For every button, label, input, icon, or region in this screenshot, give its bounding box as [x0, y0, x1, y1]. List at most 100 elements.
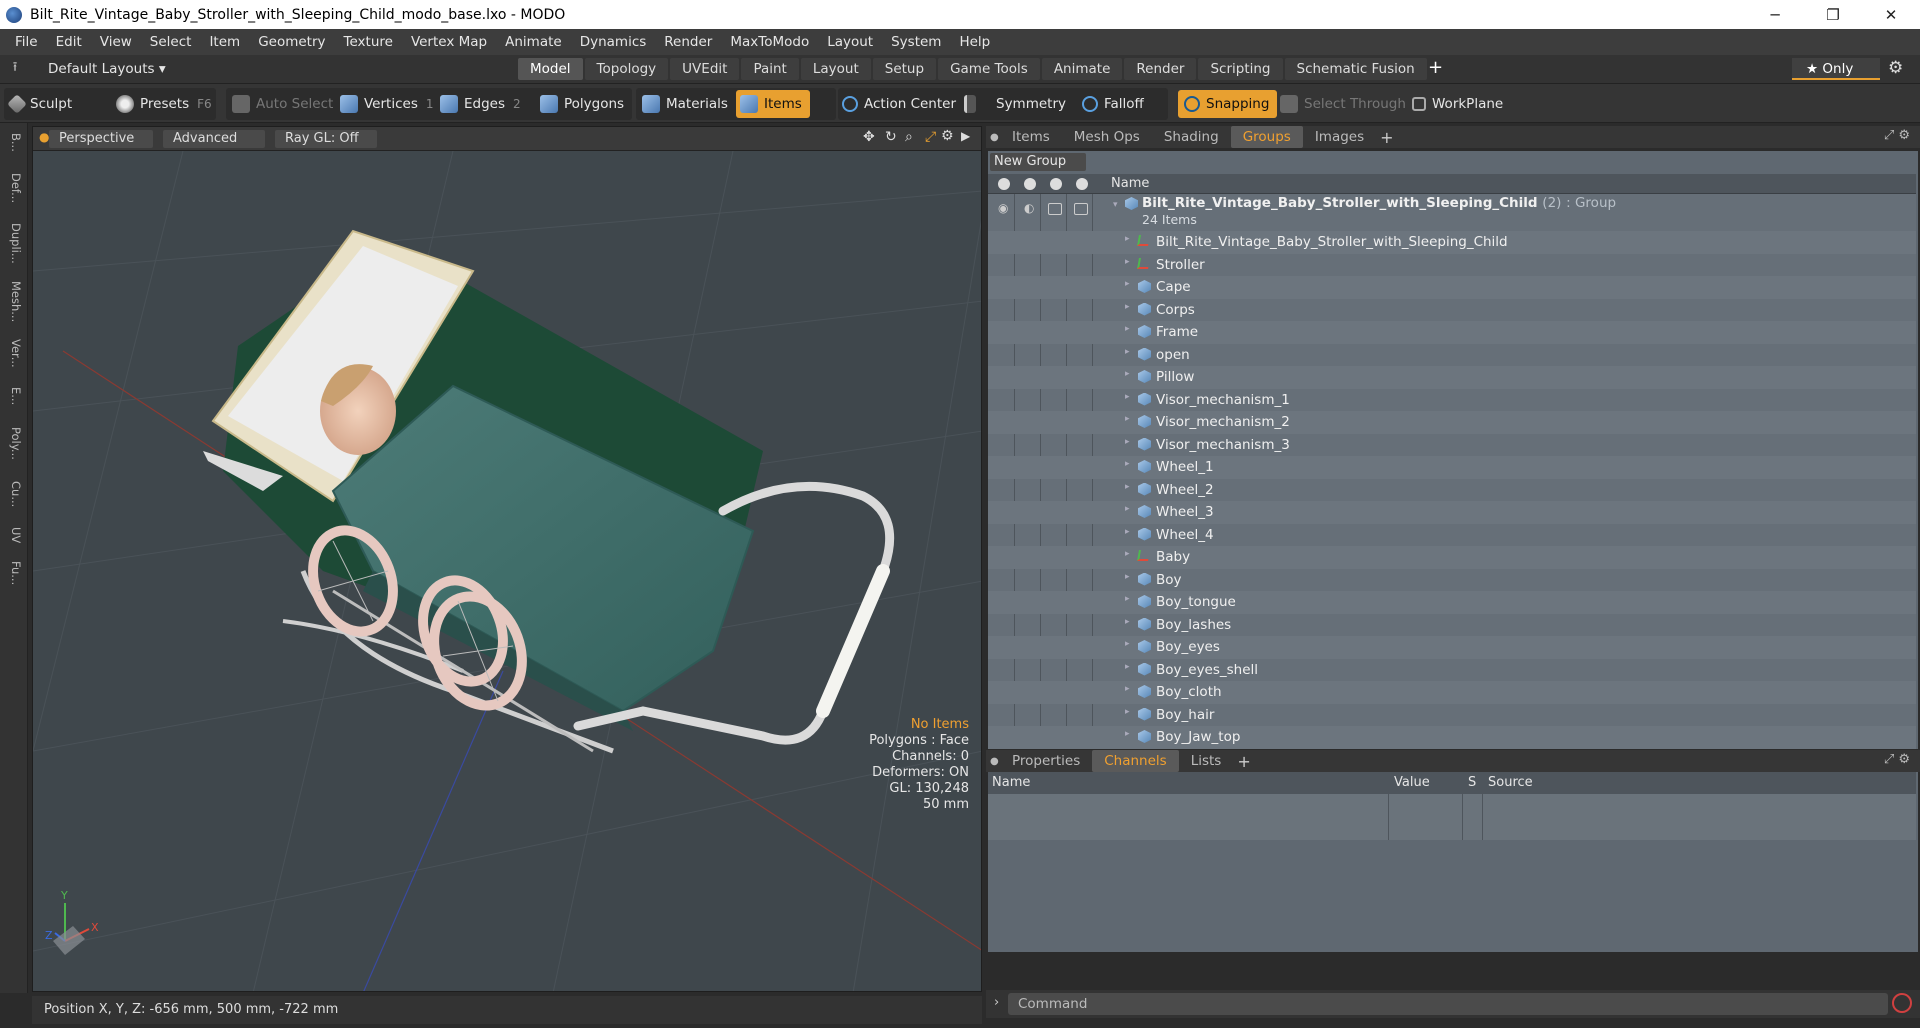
tab-properties[interactable]: Properties	[1000, 750, 1092, 772]
menu-file[interactable]: File	[6, 34, 47, 50]
tree-item-row[interactable]: ▸ Stroller	[988, 254, 1916, 277]
menu-edit[interactable]: Edit	[47, 34, 91, 50]
tab-channels[interactable]: Channels	[1092, 750, 1179, 772]
expand-arrow-icon[interactable]: ▸	[1125, 639, 1130, 649]
perspective-button[interactable]: Perspective	[49, 130, 153, 148]
expand-arrow-icon[interactable]: ▸	[1125, 549, 1130, 559]
left-tab-uv[interactable]: UV	[5, 527, 23, 543]
tab-mesh-ops[interactable]: Mesh Ops	[1062, 126, 1152, 148]
expand-arrow-icon[interactable]: ▸	[1125, 482, 1130, 492]
tab-items[interactable]: Items	[1000, 126, 1062, 148]
visibility-col-icon[interactable]	[998, 178, 1010, 190]
menu-system[interactable]: System	[882, 34, 950, 50]
tab-topology[interactable]: Topology	[584, 58, 669, 80]
menu-render[interactable]: Render	[655, 34, 721, 50]
record-macro-icon[interactable]	[1892, 993, 1912, 1013]
expand-arrow-icon[interactable]: ▸	[1125, 257, 1130, 267]
left-tab-duplicate[interactable]: Dupli...	[5, 223, 23, 264]
tab-uvedit[interactable]: UVEdit	[670, 58, 740, 80]
add-panel-tab-icon[interactable]: +	[1233, 752, 1250, 771]
snapping-button[interactable]: Snapping	[1178, 90, 1278, 118]
expand-arrow-icon[interactable]: ▸	[1125, 707, 1130, 717]
left-tab-deformers[interactable]: Def...	[5, 173, 23, 203]
tree-item-row[interactable]: ▸ Cape	[988, 276, 1916, 299]
viewport-dot-icon[interactable]: ●	[39, 130, 49, 144]
tree-item-row[interactable]: ▸ Boy_lashes	[988, 614, 1916, 637]
presets-button[interactable]: Presets F6	[116, 90, 212, 118]
rotate-view-icon[interactable]: ↻	[885, 129, 897, 145]
tree-item-row[interactable]: ▸ Boy_eyes	[988, 636, 1916, 659]
left-tab-curve[interactable]: Cu...	[5, 481, 23, 507]
layout-up-icon[interactable]: ⭱	[0, 58, 30, 80]
command-input[interactable]: Command	[1008, 993, 1888, 1015]
edges-button[interactable]: Edges 2	[440, 90, 521, 118]
tree-item-row[interactable]: ▸ Boy_Jaw_top	[988, 726, 1916, 749]
polygons-button[interactable]: Polygons	[540, 90, 624, 118]
expand-arrow-icon[interactable]: ▸	[1125, 684, 1130, 694]
tab-groups[interactable]: Groups	[1230, 126, 1303, 148]
column-name-header[interactable]: Name	[1111, 176, 1149, 191]
panel-expand-icon[interactable]: ⤢ ⚙	[1884, 128, 1910, 143]
tree-item-row[interactable]: ▸ Frame	[988, 321, 1916, 344]
workplane-button[interactable]: WorkPlane	[1412, 90, 1503, 118]
tree-item-row[interactable]: ▸ Wheel_4	[988, 524, 1916, 547]
tab-shading[interactable]: Shading	[1152, 126, 1231, 148]
left-tab-edge[interactable]: E...	[5, 387, 23, 405]
tab-layout[interactable]: Layout	[800, 58, 871, 80]
action-center-button[interactable]: Action Center	[842, 90, 956, 118]
tree-item-row[interactable]: ▸ Visor_mechanism_3	[988, 434, 1916, 457]
advanced-button[interactable]: Advanced	[163, 130, 265, 148]
panel-expand-icon[interactable]: ⤢ ⚙	[1884, 752, 1910, 767]
tab-scripting[interactable]: Scripting	[1198, 58, 1283, 80]
tab-model[interactable]: Model	[518, 58, 583, 80]
sculpt-button[interactable]: Sculpt	[7, 90, 72, 118]
minimize-button[interactable]: ─	[1746, 0, 1804, 29]
zoom-view-icon[interactable]: ⌕	[905, 129, 913, 145]
render-col-icon[interactable]	[1024, 178, 1036, 190]
channel-col-source[interactable]: Source	[1488, 775, 1533, 790]
tree-item-row[interactable]: ▸ open	[988, 344, 1916, 367]
panel-grip-icon[interactable]: ●	[986, 132, 1000, 143]
falloff-button[interactable]: Falloff	[1082, 90, 1144, 118]
add-panel-tab-icon[interactable]: +	[1376, 128, 1393, 147]
tab-animate[interactable]: Animate	[1041, 58, 1123, 80]
symmetry-button[interactable]: Symmetry	[964, 90, 1066, 118]
tab-render[interactable]: Render	[1124, 58, 1197, 80]
tree-item-row[interactable]: ▸ Wheel_1	[988, 456, 1916, 479]
materials-button[interactable]: Materials	[642, 90, 728, 118]
left-tab-fusion[interactable]: Fu...	[5, 561, 23, 585]
add-tab-icon[interactable]: +	[1428, 59, 1443, 77]
expand-arrow-icon[interactable]: ▸	[1125, 459, 1130, 469]
expand-arrow-icon[interactable]: ▸	[1125, 347, 1130, 357]
collapse-arrow-icon[interactable]: ▾	[1113, 200, 1118, 210]
expand-arrow-icon[interactable]: ▸	[1125, 594, 1130, 604]
auto-select-button[interactable]: Auto Select	[232, 90, 333, 118]
view-more-icon[interactable]: ▶	[961, 129, 970, 143]
tree-item-row[interactable]: ▸ Bilt_Rite_Vintage_Baby_Stroller_with_Sl…	[988, 231, 1916, 254]
tree-item-row[interactable]: ▸ Wheel_3	[988, 501, 1916, 524]
expand-arrow-icon[interactable]: ▸	[1125, 572, 1130, 582]
expand-arrow-icon[interactable]: ▸	[1125, 324, 1130, 334]
expand-arrow-icon[interactable]: ▸	[1125, 414, 1130, 424]
tree-item-row[interactable]: ▸ Pillow	[988, 366, 1916, 389]
tree-item-row[interactable]: ▸ Boy	[988, 569, 1916, 592]
tree-item-row[interactable]: ▸ Visor_mechanism_1	[988, 389, 1916, 412]
tree-item-row[interactable]: ▸ Corps	[988, 299, 1916, 322]
render-icon[interactable]: ◐	[1024, 201, 1034, 215]
left-tab-vertex[interactable]: Ver...	[5, 339, 23, 368]
tab-paint[interactable]: Paint	[741, 58, 799, 80]
only-toggle[interactable]: ★ Only	[1792, 58, 1880, 80]
expand-arrow-icon[interactable]: ▸	[1125, 369, 1130, 379]
tree-item-row[interactable]: ▸ Boy_hair	[988, 704, 1916, 727]
lock-checkbox[interactable]	[1048, 203, 1062, 215]
menu-item[interactable]: Item	[200, 34, 249, 50]
left-tab-mesh[interactable]: Mesh...	[5, 281, 23, 322]
expand-arrow-icon[interactable]: ▸	[1125, 527, 1130, 537]
expand-arrow-icon[interactable]: ▸	[1125, 437, 1130, 447]
tree-item-row[interactable]: ▸ Baby	[988, 546, 1916, 569]
eye-icon[interactable]: ◉	[998, 201, 1008, 215]
tab-setup[interactable]: Setup	[872, 58, 937, 80]
expand-arrow-icon[interactable]: ▸	[1125, 617, 1130, 627]
tree-item-row[interactable]: ▸ Boy_eyes_shell	[988, 659, 1916, 682]
tree-item-row[interactable]: ▸ Wheel_2	[988, 479, 1916, 502]
